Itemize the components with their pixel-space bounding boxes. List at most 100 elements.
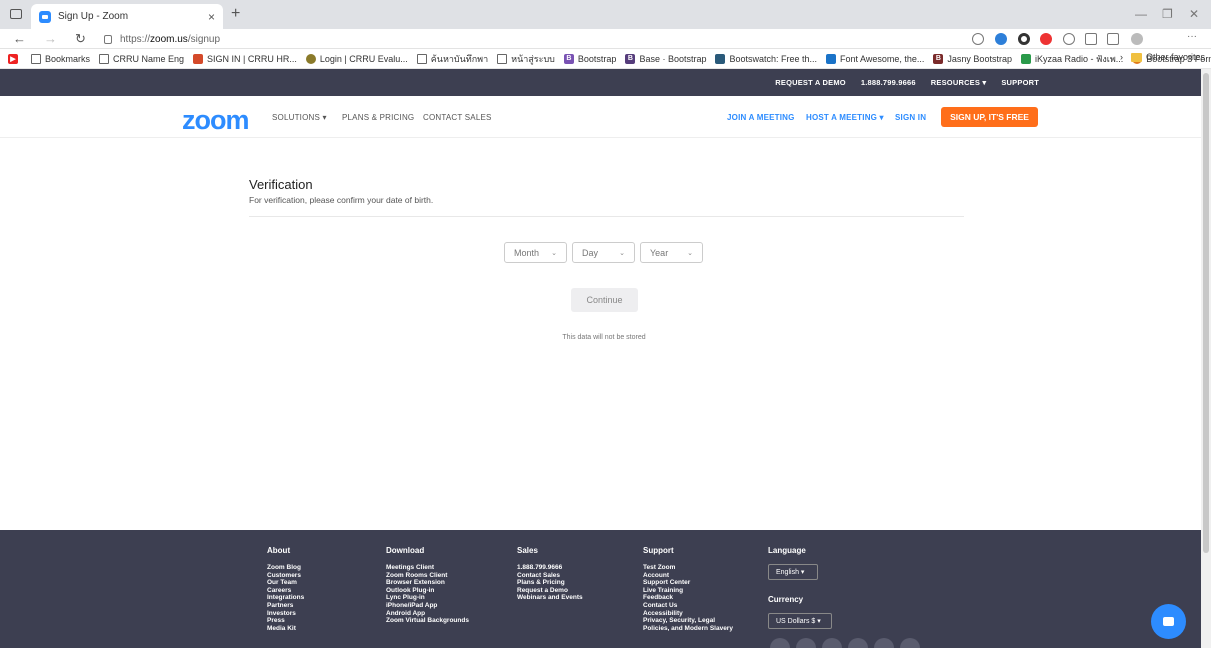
restore-icon[interactable]: ❐ bbox=[1162, 7, 1173, 21]
footer-link[interactable]: Outlook Plug-in bbox=[386, 587, 469, 595]
bookmark-item[interactable]: Bookmarks bbox=[31, 53, 90, 64]
footer-link[interactable]: Investors bbox=[267, 610, 304, 618]
footer-language: Language English ▾ Currency US Dollars $… bbox=[768, 546, 832, 629]
forward-icon[interactable]: → bbox=[44, 31, 57, 46]
instagram-icon[interactable] bbox=[900, 638, 920, 648]
footer-link[interactable]: iPhone/iPad App bbox=[386, 602, 469, 610]
close-tab-icon[interactable]: × bbox=[208, 10, 215, 24]
bookmark-item[interactable]: Bootswatch: Free th... bbox=[715, 53, 818, 64]
footer-link[interactable]: Feedback bbox=[643, 594, 733, 602]
currency-select[interactable]: US Dollars $ ▾ bbox=[768, 613, 832, 629]
footer-link[interactable]: Lync Plug-in bbox=[386, 594, 469, 602]
footer-link[interactable]: Our Team bbox=[267, 579, 304, 587]
bookmark-item[interactable]: Font Awesome, the... bbox=[826, 53, 924, 64]
footer-heading: Sales bbox=[517, 546, 538, 555]
footer-link[interactable]: Press bbox=[267, 617, 304, 625]
bookmark-item[interactable]: B Bootstrap bbox=[563, 53, 616, 64]
youtube-icon[interactable] bbox=[848, 638, 868, 648]
month-select[interactable]: Month ⌄ bbox=[504, 242, 567, 263]
bookmark-item[interactable]: หน้าสู่ระบบ bbox=[497, 52, 555, 66]
extension-edge-icon[interactable] bbox=[995, 33, 1007, 45]
avatar-icon[interactable] bbox=[1131, 33, 1143, 45]
linkedin-icon[interactable] bbox=[796, 638, 816, 648]
folder-icon bbox=[1130, 52, 1142, 62]
opera-extension-icon[interactable] bbox=[1040, 33, 1052, 45]
chat-bubble-button[interactable] bbox=[1151, 604, 1186, 639]
footer-link[interactable]: Customers bbox=[267, 572, 304, 580]
footer-link[interactable]: Contact Us bbox=[643, 602, 733, 610]
footer-link[interactable]: Browser Extension bbox=[386, 579, 469, 587]
page-scrollbar[interactable] bbox=[1201, 69, 1211, 648]
minimize-icon[interactable]: — bbox=[1135, 7, 1147, 21]
more-menu-icon[interactable]: ··· bbox=[1187, 31, 1199, 43]
footer-link[interactable]: Zoom Virtual Backgrounds bbox=[386, 617, 469, 625]
collections-icon[interactable] bbox=[1107, 33, 1119, 45]
footer-link[interactable]: Live Training bbox=[643, 587, 733, 595]
continue-button[interactable]: Continue bbox=[571, 288, 638, 312]
tab-actions-icon[interactable] bbox=[10, 9, 22, 19]
footer-link[interactable]: Android App bbox=[386, 610, 469, 618]
bookmark-item[interactable]: iKyzaa Radio - ฟังเพ... bbox=[1020, 52, 1123, 66]
support-link[interactable]: SUPPORT bbox=[1001, 78, 1039, 87]
bookmark-item[interactable]: ค้นหาบันทึกพา bbox=[416, 52, 488, 66]
tab-sign-up-zoom[interactable]: Sign Up - Zoom × bbox=[31, 4, 223, 29]
footer-link[interactable]: Zoom Blog bbox=[267, 564, 304, 572]
twitter-icon[interactable] bbox=[822, 638, 842, 648]
footer-link[interactable]: Contact Sales bbox=[517, 572, 583, 580]
footer-link[interactable]: Privacy, Security, Legal bbox=[643, 617, 733, 625]
sign-up-button[interactable]: SIGN UP, IT'S FREE bbox=[941, 107, 1038, 127]
footer-link[interactable]: Media Kit bbox=[267, 625, 304, 633]
footer-link[interactable]: Zoom Rooms Client bbox=[386, 572, 469, 580]
bookmark-label: Bootswatch: Free th... bbox=[729, 53, 818, 64]
favorites-icon[interactable] bbox=[1085, 33, 1097, 45]
footer-link[interactable]: Accessibility bbox=[643, 610, 733, 618]
footer-link[interactable]: Webinars and Events bbox=[517, 594, 583, 602]
zoom-logo[interactable]: zoom bbox=[182, 105, 249, 136]
refresh-extension-icon[interactable] bbox=[1063, 33, 1075, 45]
footer-link[interactable]: Integrations bbox=[267, 594, 304, 602]
bookmark-item[interactable]: Login | CRRU Evalu... bbox=[305, 53, 408, 64]
language-select[interactable]: English ▾ bbox=[768, 564, 818, 580]
url-prefix: https:// bbox=[120, 33, 151, 45]
doc-icon bbox=[497, 53, 508, 64]
footer-link[interactable]: 1.888.799.9666 bbox=[517, 564, 583, 572]
read-aloud-icon[interactable] bbox=[972, 33, 984, 45]
other-favorites[interactable]: › Other favorites bbox=[1120, 52, 1205, 62]
footer-link[interactable]: Test Zoom bbox=[643, 564, 733, 572]
bookmark-item[interactable]: CRRU Name Eng bbox=[99, 53, 184, 64]
close-window-icon[interactable]: ✕ bbox=[1189, 7, 1199, 21]
solutions-menu[interactable]: SOLUTIONS ▾ bbox=[272, 113, 327, 122]
resources-menu[interactable]: RESOURCES ▾ bbox=[931, 78, 987, 87]
youtube-icon: ▶ bbox=[8, 53, 18, 64]
scrollbar-thumb[interactable] bbox=[1203, 73, 1209, 553]
footer-link[interactable]: Careers bbox=[267, 587, 304, 595]
footer-link[interactable]: Plans & Pricing bbox=[517, 579, 583, 587]
wordpress-icon[interactable] bbox=[770, 638, 790, 648]
phone-link[interactable]: 1.888.799.9666 bbox=[861, 78, 916, 87]
sign-in-link[interactable]: SIGN IN bbox=[895, 113, 926, 122]
privacy-note: This data will not be stored bbox=[562, 334, 646, 341]
plans-pricing-link[interactable]: PLANS & PRICING bbox=[342, 113, 414, 122]
footer-link[interactable]: Account bbox=[643, 572, 733, 580]
request-demo-link[interactable]: REQUEST A DEMO bbox=[775, 78, 846, 87]
bookmark-youtube[interactable]: ▶ bbox=[8, 53, 22, 64]
year-select[interactable]: Year ⌄ bbox=[640, 242, 703, 263]
facebook-icon[interactable] bbox=[874, 638, 894, 648]
contact-sales-link[interactable]: CONTACT SALES bbox=[423, 113, 492, 122]
join-meeting-link[interactable]: JOIN A MEETING bbox=[727, 113, 795, 122]
bookmark-item[interactable]: SIGN IN | CRRU HR... bbox=[193, 53, 297, 64]
back-icon[interactable]: ← bbox=[13, 31, 26, 46]
footer-link[interactable]: Policies, and Modern Slavery bbox=[643, 625, 733, 633]
footer-link[interactable]: Meetings Client bbox=[386, 564, 469, 572]
bookmark-item[interactable]: B Base · Bootstrap bbox=[625, 53, 706, 64]
footer-link[interactable]: Partners bbox=[267, 602, 304, 610]
extension-circle-icon[interactable] bbox=[1018, 33, 1030, 45]
day-select[interactable]: Day ⌄ bbox=[572, 242, 635, 263]
new-tab-button[interactable]: + bbox=[231, 5, 240, 23]
host-meeting-menu[interactable]: HOST A MEETING ▾ bbox=[806, 113, 884, 122]
url-bar[interactable]: https://zoom.us/signup bbox=[104, 30, 964, 48]
footer-link[interactable]: Request a Demo bbox=[517, 587, 583, 595]
footer-link[interactable]: Support Center bbox=[643, 579, 733, 587]
bookmark-item[interactable]: B Jasny Bootstrap bbox=[933, 53, 1012, 64]
reload-icon[interactable]: ↻ bbox=[75, 31, 86, 47]
